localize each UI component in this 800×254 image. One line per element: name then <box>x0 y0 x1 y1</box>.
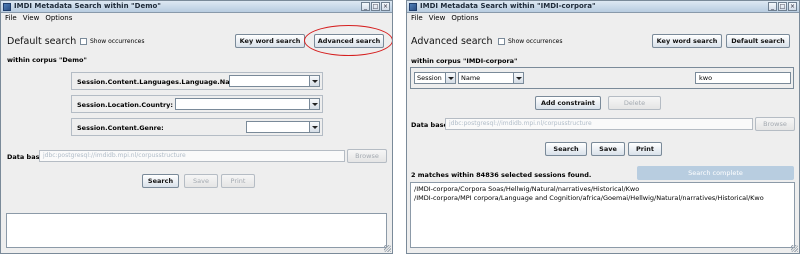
show-occurrences-checkbox[interactable]: Show occurrences <box>80 38 144 45</box>
field-value: Name <box>461 74 481 82</box>
criterion-row: Session.Location.Country: <box>71 95 323 113</box>
print-button[interactable]: Print <box>628 142 662 156</box>
title-bar: IMDI Metadata Search within "Demo" _ □ × <box>1 1 392 13</box>
resize-grip[interactable] <box>791 245 798 252</box>
corpus-label: within corpus "Demo" <box>7 56 87 64</box>
page-title: Advanced search <box>411 36 493 47</box>
default-search-button[interactable]: Default search <box>726 34 790 48</box>
menu-bar: File View Options <box>407 13 799 23</box>
menu-view[interactable]: View <box>429 13 446 23</box>
close-button[interactable]: × <box>788 2 797 11</box>
results-list[interactable]: /IMDI-corpora/Corpora Soas/Hellwig/Natur… <box>410 182 795 248</box>
list-item[interactable]: /IMDI-corpora/MPI corpora/Language and C… <box>411 194 794 203</box>
resize-grip[interactable] <box>384 245 391 252</box>
app-icon <box>409 3 417 11</box>
scope-value: Session <box>417 74 442 82</box>
field-dropdown[interactable]: Name <box>458 72 524 84</box>
database-field[interactable]: jdbc:postgresql://imdidb.mpi.nl/corpusst… <box>445 118 753 130</box>
menu-bar: File View Options <box>1 13 392 23</box>
window-title: IMDI Metadata Search within "IMDI-corpor… <box>420 2 596 10</box>
menu-view[interactable]: View <box>23 13 40 23</box>
criterion-label: Session.Location.Country: <box>77 101 174 109</box>
maximize-button[interactable]: □ <box>778 2 787 11</box>
criterion-label: Session.Content.Genre: <box>77 124 164 132</box>
delete-button[interactable]: Delete <box>608 96 661 110</box>
print-button[interactable]: Print <box>221 174 255 188</box>
constraint-row: Session Name kwo <box>410 67 794 89</box>
search-button[interactable]: Search <box>545 142 587 156</box>
default-search-window: IMDI Metadata Search within "Demo" _ □ ×… <box>0 0 393 254</box>
browse-button[interactable]: Browse <box>347 149 387 163</box>
criterion-dropdown[interactable] <box>246 121 320 133</box>
highlight-ring <box>304 25 392 56</box>
chevron-down-icon[interactable] <box>513 73 523 83</box>
minimize-button[interactable]: _ <box>361 2 370 11</box>
menu-file[interactable]: File <box>5 13 17 23</box>
close-button[interactable]: × <box>381 2 390 11</box>
show-occurrences-label: Show occurrences <box>508 38 563 45</box>
chevron-down-icon[interactable] <box>445 73 455 83</box>
browse-button[interactable]: Browse <box>755 117 795 131</box>
keyword-search-button[interactable]: Key word search <box>235 34 305 48</box>
advanced-search-window: IMDI Metadata Search within "IMDI-corpor… <box>406 0 800 254</box>
add-constraint-button[interactable]: Add constraint <box>535 96 601 110</box>
list-item[interactable]: /IMDI-corpora/Corpora Soas/Hellwig/Natur… <box>411 185 794 194</box>
scope-dropdown[interactable]: Session <box>414 72 456 84</box>
app-icon <box>3 3 11 11</box>
save-button[interactable]: Save <box>591 142 625 156</box>
status-text: 2 matches within 84836 selected sessions… <box>411 171 592 179</box>
criterion-row: Session.Content.Languages.Language.Name: <box>71 72 323 90</box>
search-complete-progress: Search complete <box>637 166 794 180</box>
criterion-row: Session.Content.Genre: <box>71 118 323 136</box>
chevron-down-icon[interactable] <box>309 76 319 86</box>
menu-file[interactable]: File <box>411 13 423 23</box>
checkbox-box[interactable] <box>498 38 505 45</box>
keyword-search-button[interactable]: Key word search <box>652 34 722 48</box>
page-title: Default search <box>7 36 77 47</box>
chevron-down-icon[interactable] <box>309 99 319 109</box>
window-title: IMDI Metadata Search within "Demo" <box>14 2 161 10</box>
constraint-value-input[interactable]: kwo <box>695 72 791 84</box>
save-button[interactable]: Save <box>184 174 218 188</box>
chevron-down-icon[interactable] <box>309 122 319 132</box>
minimize-button[interactable]: _ <box>768 2 777 11</box>
checkbox-box[interactable] <box>80 38 87 45</box>
maximize-button[interactable]: □ <box>371 2 380 11</box>
database-field[interactable]: jdbc:postgresql://imdidb.mpi.nl/corpusst… <box>39 150 345 162</box>
search-button[interactable]: Search <box>142 174 179 188</box>
menu-options[interactable]: Options <box>45 13 72 23</box>
menu-options[interactable]: Options <box>451 13 478 23</box>
show-occurrences-label: Show occurrences <box>90 38 145 45</box>
corpus-label: within corpus "IMDI-corpora" <box>411 57 518 65</box>
results-list[interactable] <box>6 213 387 248</box>
criterion-label: Session.Content.Languages.Language.Name: <box>77 78 244 86</box>
criterion-dropdown[interactable] <box>229 75 320 87</box>
title-bar: IMDI Metadata Search within "IMDI-corpor… <box>407 1 799 13</box>
show-occurrences-checkbox[interactable]: Show occurrences <box>498 38 562 45</box>
criterion-dropdown[interactable] <box>175 98 320 110</box>
